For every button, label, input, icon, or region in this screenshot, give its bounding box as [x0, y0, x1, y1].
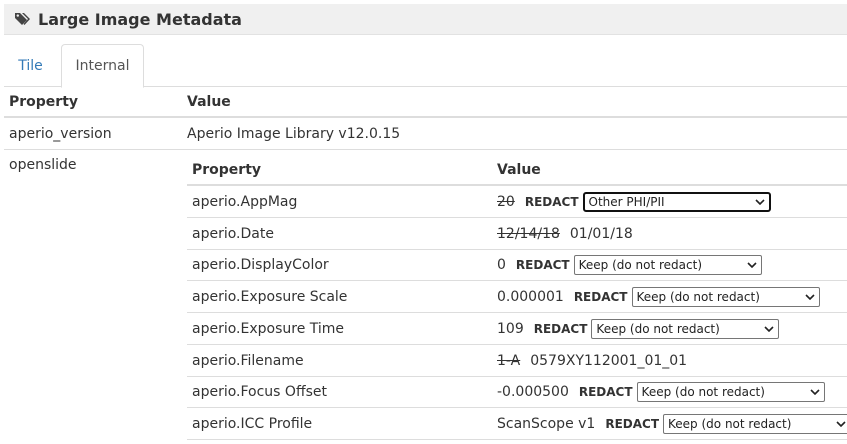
- chevron-down-icon: [809, 389, 820, 395]
- original-value: 0.000001: [497, 289, 564, 305]
- tab-bar: Tile Internal: [4, 44, 847, 88]
- redact-select[interactable]: Keep (do not redact): [636, 382, 825, 402]
- chevron-down-icon: [747, 262, 757, 268]
- row-divider: [4, 149, 847, 150]
- original-value: -0.000500: [497, 384, 569, 400]
- replacement-value: 01/01/18: [569, 226, 633, 242]
- redact-select[interactable]: Other PHI/PII: [582, 192, 771, 212]
- inner-header-divider: [187, 184, 847, 186]
- outer-header-value: Value: [187, 94, 231, 110]
- original-value: 1-A: [497, 353, 521, 369]
- redact-select-value: Other PHI/PII: [588, 195, 665, 209]
- original-value: 0: [497, 257, 506, 273]
- replacement-value: 0579XY112001_01_01: [530, 353, 688, 369]
- inner-row-value: ScanScope v1 REDACT Keep (do not redact): [497, 414, 847, 434]
- original-value: 12/14/18: [497, 226, 560, 242]
- outer-row-property: openslide: [9, 157, 77, 173]
- outer-row-value: Aperio Image Library v12.0.15: [187, 126, 401, 142]
- row-divider: [187, 376, 847, 377]
- inner-row-property: aperio.Focus Offset: [192, 384, 327, 400]
- redact-select[interactable]: Keep (do not redact): [663, 414, 847, 434]
- outer-header-property: Property: [9, 94, 79, 110]
- redact-label: REDACT: [524, 195, 579, 209]
- inner-row-property: aperio.ICC Profile: [192, 416, 313, 432]
- row-divider: [187, 439, 847, 440]
- row-divider: [187, 344, 847, 345]
- redact-label: REDACT: [605, 417, 660, 431]
- tags-icon: [15, 13, 30, 25]
- panel-title: Large Image Metadata: [38, 9, 242, 29]
- inner-row-property: aperio.Filename: [192, 353, 304, 369]
- inner-row-value: 0.000001 REDACT Keep (do not redact): [497, 287, 820, 307]
- chevron-down-icon: [836, 421, 846, 427]
- redact-select-value: Keep (do not redact): [578, 258, 703, 272]
- redact-label: REDACT: [578, 385, 633, 399]
- inner-header-property: Property: [192, 162, 262, 178]
- inner-row-value: 20 REDACT Other PHI/PII: [497, 192, 771, 212]
- outer-row-property: aperio_version: [9, 126, 112, 142]
- inner-header-value: Value: [497, 162, 541, 178]
- chevron-down-icon: [764, 326, 774, 332]
- chevron-down-icon: [754, 199, 765, 205]
- redact-select-value: Keep (do not redact): [596, 322, 720, 336]
- inner-row-value: 109 REDACT Keep (do not redact): [497, 319, 780, 339]
- row-divider: [187, 407, 847, 408]
- row-divider: [187, 217, 847, 218]
- inner-row-property: aperio.Date: [192, 226, 274, 242]
- inner-row-value: -0.000500 REDACT Keep (do not redact): [497, 382, 825, 402]
- original-value: ScanScope v1: [497, 416, 596, 432]
- tab-internal[interactable]: Internal: [61, 44, 144, 88]
- redact-select-value: Keep (do not redact): [636, 290, 760, 304]
- row-divider: [187, 249, 847, 250]
- chevron-down-icon: [804, 294, 815, 300]
- redact-select[interactable]: Keep (do not redact): [591, 319, 780, 339]
- original-value: 20: [497, 194, 515, 210]
- inner-row-property: aperio.DisplayColor: [192, 257, 329, 273]
- inner-row-value: 0 REDACT Keep (do not redact): [497, 255, 762, 275]
- inner-row-property: aperio.Exposure Time: [192, 321, 345, 337]
- inner-row-property: aperio.Exposure Scale: [192, 289, 348, 305]
- row-divider: [187, 312, 847, 313]
- inner-row-value: 1-A 0579XY112001_01_01: [497, 352, 687, 370]
- inner-row-value: 12/14/18 01/01/18: [497, 225, 633, 243]
- inner-row-property: aperio.AppMag: [192, 194, 298, 210]
- tab-tile[interactable]: Tile: [4, 44, 57, 87]
- redact-select[interactable]: Keep (do not redact): [631, 287, 820, 307]
- outer-header-divider: [4, 116, 847, 118]
- redact-label: REDACT: [515, 258, 570, 272]
- redact-label: REDACT: [533, 322, 588, 336]
- redact-label: REDACT: [573, 290, 628, 304]
- panel-header: Large Image Metadata: [4, 4, 847, 35]
- redact-select[interactable]: Keep (do not redact): [573, 255, 762, 275]
- redact-select-value: Keep (do not redact): [641, 385, 765, 399]
- original-value: 109: [497, 321, 524, 337]
- redact-select-value: Keep (do not redact): [668, 417, 792, 431]
- row-divider: [187, 280, 847, 281]
